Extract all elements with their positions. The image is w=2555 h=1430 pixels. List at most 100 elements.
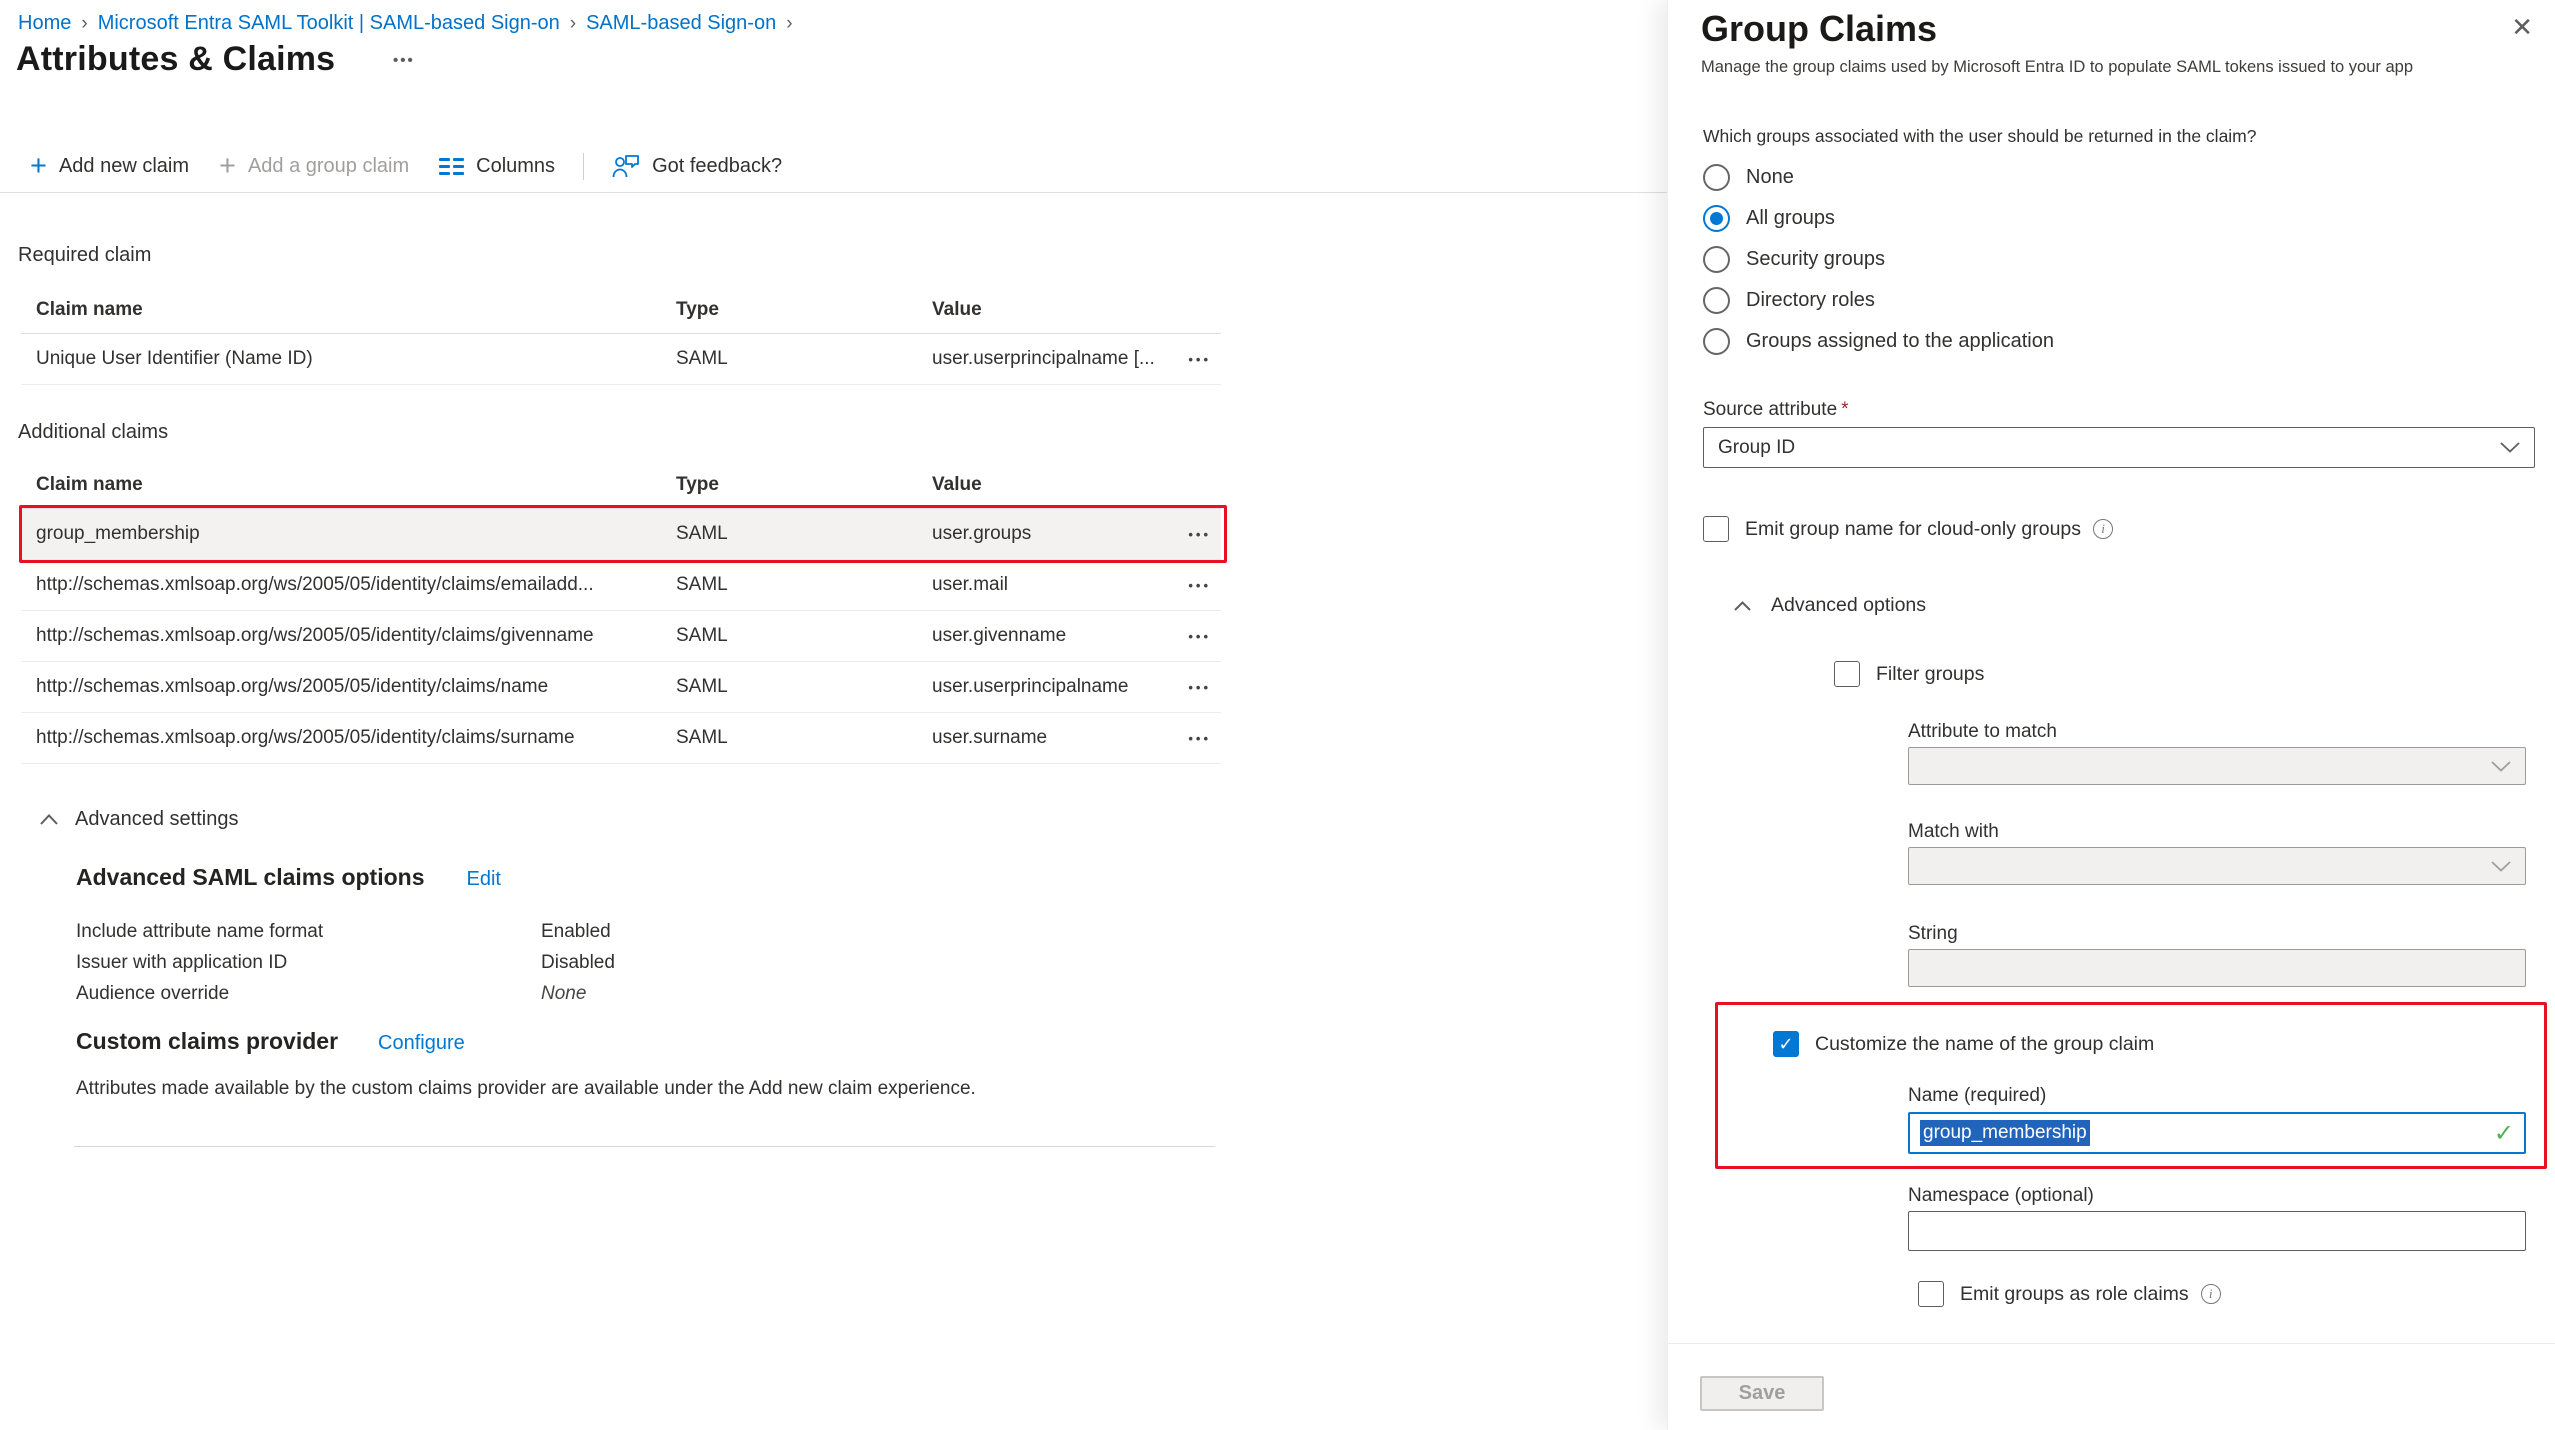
page-title-overflow-icon[interactable]: •••: [393, 52, 415, 69]
table-row[interactable]: http://schemas.xmlsoap.org/ws/2005/05/id…: [21, 662, 1221, 712]
row-menu-icon[interactable]: •••: [1188, 680, 1221, 695]
close-icon[interactable]: ✕: [2511, 14, 2533, 40]
name-input[interactable]: group_membership ✓: [1908, 1112, 2526, 1154]
name-required-label: Name (required): [1908, 1085, 2046, 1107]
toolbar-divider: [583, 153, 584, 180]
edit-link[interactable]: Edit: [466, 868, 500, 891]
divider: [21, 384, 1221, 385]
breadcrumb-separator: ›: [81, 13, 87, 35]
columns-label: Columns: [476, 155, 555, 178]
feedback-person-icon: [612, 154, 640, 179]
claim-type-cell: SAML: [676, 676, 932, 698]
section-divider: [74, 1146, 1215, 1147]
filter-groups-label: Filter groups: [1876, 663, 1984, 686]
row-menu-icon[interactable]: •••: [1188, 629, 1221, 644]
column-header-claim-name[interactable]: Claim name: [36, 474, 676, 496]
group-claims-panel: Group Claims ✕ Manage the group claims u…: [1667, 0, 2555, 1430]
save-button[interactable]: Save: [1700, 1376, 1824, 1411]
radio-option-groups-assigned[interactable]: Groups assigned to the application: [1703, 321, 2054, 362]
advanced-settings-toggle[interactable]: Advanced settings: [40, 808, 238, 831]
table-row[interactable]: http://schemas.xmlsoap.org/ws/2005/05/id…: [21, 611, 1221, 661]
table-row[interactable]: http://schemas.xmlsoap.org/ws/2005/05/id…: [21, 560, 1221, 610]
claim-type-cell: SAML: [676, 574, 932, 596]
customize-name-checkbox-row[interactable]: ✓ Customize the name of the group claim: [1773, 1031, 2154, 1057]
claim-value-cell: user.mail: [932, 574, 1172, 596]
claim-name-cell: Unique User Identifier (Name ID): [36, 348, 676, 370]
source-attribute-label: Source attribute*: [1703, 399, 1849, 421]
advanced-options-label: Advanced options: [1771, 594, 1926, 617]
configure-link[interactable]: Configure: [378, 1032, 465, 1055]
string-input[interactable]: [1908, 949, 2526, 987]
name-input-selected-text: group_membership: [1920, 1120, 2090, 1146]
option-value: None: [541, 978, 615, 1009]
row-menu-icon[interactable]: •••: [1188, 731, 1221, 746]
attribute-to-match-dropdown[interactable]: [1908, 747, 2526, 785]
source-attribute-dropdown[interactable]: Group ID: [1703, 427, 2535, 468]
panel-title: Group Claims: [1701, 8, 1937, 50]
row-menu-icon[interactable]: •••: [1188, 578, 1221, 593]
checkbox-unchecked-icon[interactable]: [1703, 516, 1729, 542]
radio-label: Security groups: [1746, 248, 1885, 271]
filter-groups-checkbox-row[interactable]: Filter groups: [1834, 661, 1984, 687]
option-row: Audience override None: [76, 978, 615, 1009]
claim-value-cell: user.userprincipalname [...: [932, 348, 1172, 370]
columns-icon: [439, 158, 464, 175]
table-row[interactable]: http://schemas.xmlsoap.org/ws/2005/05/id…: [21, 713, 1221, 763]
radio-option-all-groups[interactable]: All groups: [1703, 198, 2054, 239]
page-title: Attributes & Claims: [16, 40, 335, 79]
emit-group-name-checkbox-row[interactable]: Emit group name for cloud-only groups i: [1703, 516, 2113, 542]
additional-claims-heading: Additional claims: [18, 421, 168, 444]
row-menu-icon[interactable]: •••: [1188, 527, 1221, 542]
column-header-type[interactable]: Type: [676, 299, 932, 321]
breadcrumb-saml-toolkit[interactable]: Microsoft Entra SAML Toolkit | SAML-base…: [98, 12, 560, 35]
claim-name-cell: http://schemas.xmlsoap.org/ws/2005/05/id…: [36, 676, 676, 698]
radio-option-security-groups[interactable]: Security groups: [1703, 239, 2054, 280]
source-attribute-value: Group ID: [1718, 437, 1795, 459]
radio-option-none[interactable]: None: [1703, 157, 2054, 198]
option-row: Include attribute name format Enabled: [76, 916, 615, 947]
column-header-value[interactable]: Value: [932, 299, 1172, 321]
column-header-value[interactable]: Value: [932, 474, 1172, 496]
breadcrumb: Home › Microsoft Entra SAML Toolkit | SA…: [18, 12, 793, 35]
emit-roles-label: Emit groups as role claims: [1960, 1283, 2189, 1306]
divider: [21, 763, 1221, 764]
claim-value-cell: user.surname: [932, 727, 1172, 749]
advanced-options-toggle[interactable]: Advanced options: [1734, 594, 1926, 617]
column-header-claim-name[interactable]: Claim name: [36, 299, 676, 321]
emit-roles-checkbox-row[interactable]: Emit groups as role claims i: [1918, 1281, 2221, 1307]
got-feedback-label: Got feedback?: [652, 155, 782, 178]
checkbox-checked-icon[interactable]: ✓: [1773, 1031, 1799, 1057]
table-row[interactable]: Unique User Identifier (Name ID) SAML us…: [21, 334, 1221, 384]
match-with-dropdown[interactable]: [1908, 847, 2526, 885]
attribute-to-match-label: Attribute to match: [1908, 721, 2057, 743]
got-feedback-button[interactable]: Got feedback?: [612, 154, 782, 179]
command-bar: + Add new claim + Add a group claim Colu…: [30, 146, 782, 186]
column-header-type[interactable]: Type: [676, 474, 932, 496]
add-new-claim-button[interactable]: + Add new claim: [30, 152, 189, 181]
panel-subtitle: Manage the group claims used by Microsof…: [1701, 58, 2413, 77]
columns-button[interactable]: Columns: [439, 155, 555, 178]
radio-option-directory-roles[interactable]: Directory roles: [1703, 280, 2054, 321]
radio-icon: [1703, 246, 1730, 273]
group-claims-question: Which groups associated with the user sh…: [1703, 126, 2257, 147]
claim-name-cell: group_membership: [36, 523, 676, 545]
additional-claims-table: Claim name Type Value group_membership S…: [21, 462, 1221, 764]
radio-icon: [1703, 164, 1730, 191]
info-icon[interactable]: i: [2201, 1284, 2221, 1304]
breadcrumb-separator: ›: [570, 13, 576, 35]
breadcrumb-saml-signon[interactable]: SAML-based Sign-on: [586, 12, 776, 35]
checkbox-unchecked-icon[interactable]: [1918, 1281, 1944, 1307]
table-row-group-membership[interactable]: group_membership SAML user.groups •••: [21, 509, 1221, 559]
add-new-claim-label: Add new claim: [59, 155, 189, 178]
namespace-input[interactable]: [1908, 1211, 2526, 1251]
add-group-claim-button[interactable]: + Add a group claim: [219, 152, 409, 181]
info-icon[interactable]: i: [2093, 519, 2113, 539]
checkbox-unchecked-icon[interactable]: [1834, 661, 1860, 687]
table-header-row: Claim name Type Value: [21, 462, 1221, 508]
row-menu-icon[interactable]: •••: [1188, 352, 1221, 367]
screen: Home › Microsoft Entra SAML Toolkit | SA…: [0, 0, 2555, 1430]
plus-icon: +: [219, 152, 236, 181]
claim-type-cell: SAML: [676, 625, 932, 647]
option-value: Enabled: [541, 916, 615, 947]
breadcrumb-home[interactable]: Home: [18, 12, 71, 35]
